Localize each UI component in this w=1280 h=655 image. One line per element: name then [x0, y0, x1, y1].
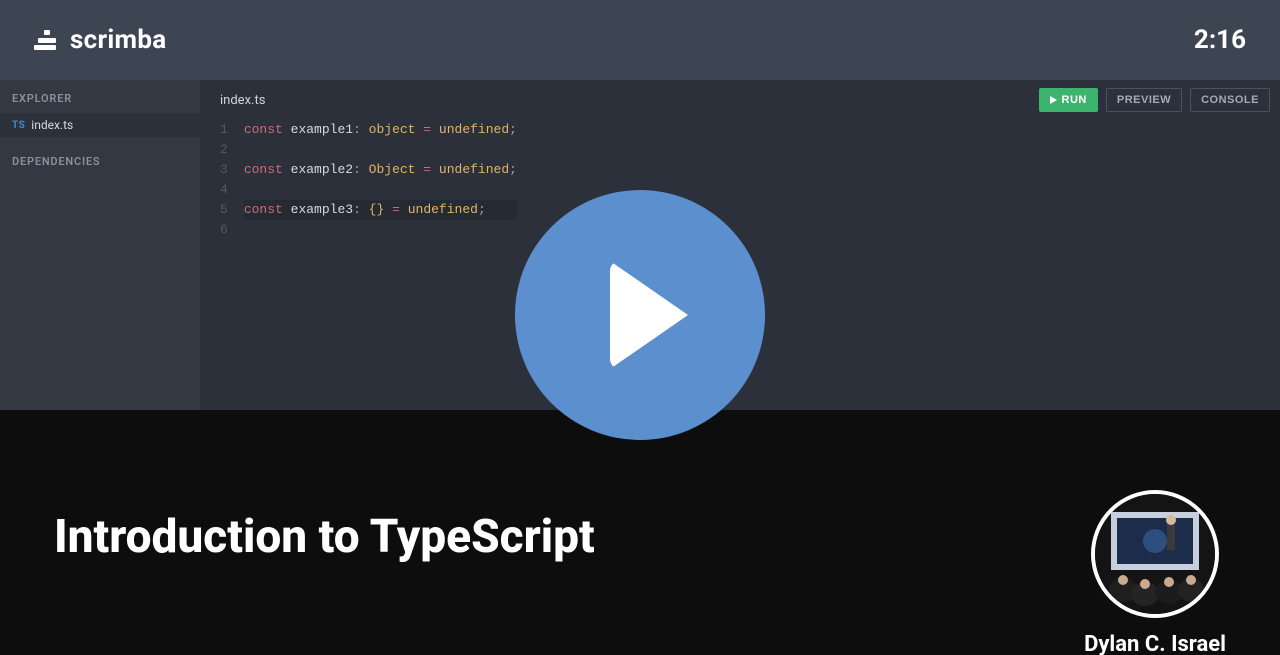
active-tab[interactable]: index.ts: [220, 93, 265, 108]
avatar-icon: [1095, 494, 1215, 614]
code-line: [244, 180, 517, 200]
brand[interactable]: scrimba: [34, 25, 166, 55]
file-item-index-ts[interactable]: TS index.ts: [0, 113, 200, 137]
dependencies-heading: DEPENDENCIES: [0, 137, 200, 176]
code-line: const example2: Object = undefined;: [244, 160, 517, 180]
timestamp: 2:16: [1194, 25, 1246, 55]
line-number: 6: [220, 220, 228, 240]
code-lines: const example1: object = undefined; cons…: [244, 120, 517, 240]
tab-bar: index.ts RUN PREVIEW CONSOLE: [200, 80, 1280, 120]
code-line: const example3: {} = undefined;: [244, 200, 517, 220]
code-line: const example1: object = undefined;: [244, 120, 517, 140]
brand-text: scrimba: [70, 25, 166, 55]
instructor-name: Dylan C. Israel: [1084, 632, 1226, 655]
line-number: 2: [220, 140, 228, 160]
preview-button[interactable]: PREVIEW: [1106, 88, 1182, 112]
code-line: [244, 220, 517, 240]
code-line: [244, 140, 517, 160]
line-gutter: 123456: [220, 120, 244, 240]
header: scrimba 2:16: [0, 0, 1280, 80]
course-title: Introduction to TypeScript: [54, 490, 595, 655]
line-number: 1: [220, 120, 228, 140]
line-number: 5: [220, 200, 228, 220]
footer: Introduction to TypeScript: [0, 410, 1280, 655]
explorer-heading: EXPLORER: [0, 80, 200, 113]
console-button[interactable]: CONSOLE: [1190, 88, 1270, 112]
toolbar: RUN PREVIEW CONSOLE: [1039, 88, 1270, 112]
logo-icon: [34, 28, 60, 52]
run-label: RUN: [1062, 94, 1087, 106]
instructor-block: Dylan C. Israel: [1084, 490, 1226, 655]
play-button[interactable]: [515, 190, 765, 440]
instructor-avatar[interactable]: [1091, 490, 1219, 618]
play-icon: [1050, 96, 1057, 104]
line-number: 4: [220, 180, 228, 200]
line-number: 3: [220, 160, 228, 180]
play-icon: [610, 261, 688, 369]
code-editor[interactable]: 123456 const example1: object = undefine…: [200, 120, 1280, 240]
file-name: index.ts: [31, 118, 73, 132]
file-lang-badge: TS: [12, 120, 25, 131]
run-button[interactable]: RUN: [1039, 88, 1098, 112]
sidebar: EXPLORER TS index.ts DEPENDENCIES: [0, 80, 200, 410]
